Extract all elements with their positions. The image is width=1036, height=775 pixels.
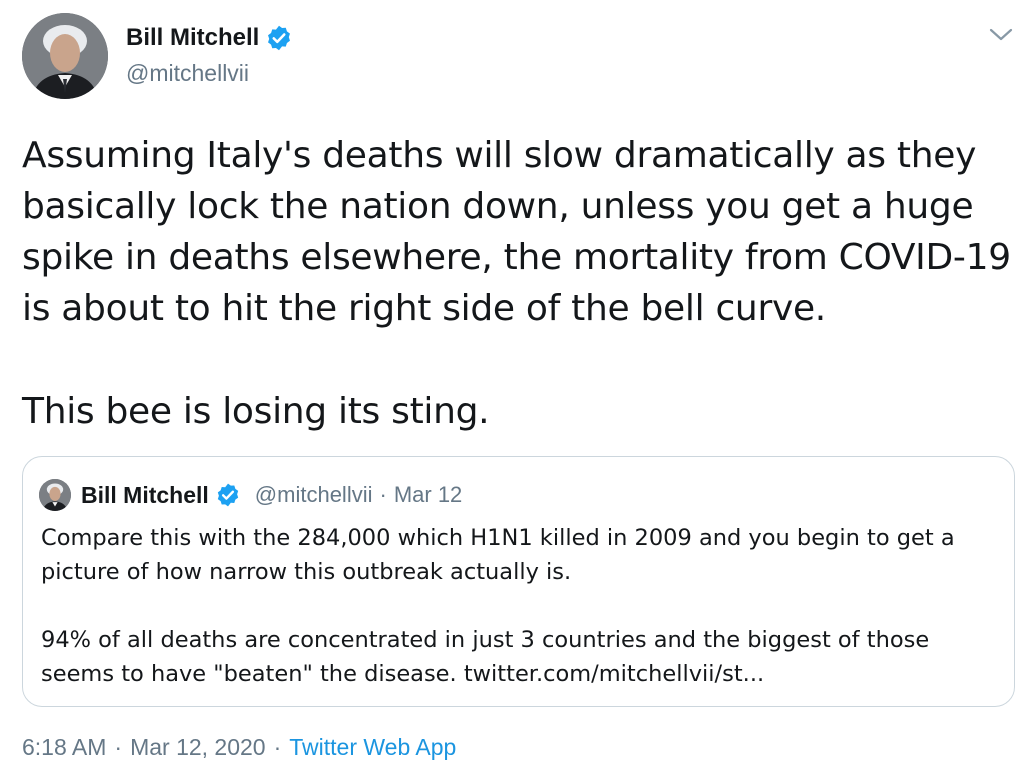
- verified-badge-icon: [265, 24, 293, 52]
- quoted-author-avatar: [39, 479, 71, 511]
- avatar-image: [22, 13, 108, 99]
- author-handle[interactable]: @mitchellvii: [126, 60, 249, 87]
- tweet-date[interactable]: Mar 12, 2020: [130, 734, 266, 761]
- quoted-tweet-header: Bill Mitchell @mitchellvii · Mar 12: [39, 479, 462, 511]
- chevron-down-icon[interactable]: [987, 24, 1015, 46]
- quoted-tweet-date: Mar 12: [393, 482, 463, 507]
- tweet-time[interactable]: 6:18 AM: [22, 734, 106, 761]
- quoted-text-paragraph: Compare this with the 284,000 which H1N1…: [41, 525, 955, 585]
- quoted-tweet-text: Compare this with the 284,000 which H1N1…: [41, 521, 1001, 691]
- author-name-row[interactable]: Bill Mitchell: [126, 24, 293, 52]
- tweet-source-link[interactable]: Twitter Web App: [289, 734, 456, 761]
- quoted-author-name: Bill Mitchell: [81, 481, 209, 508]
- author-avatar[interactable]: [22, 13, 108, 99]
- tweet-text: Assuming Italy's deaths will slow dramat…: [22, 130, 1022, 437]
- verified-badge-icon: [215, 482, 241, 508]
- avatar-image: [39, 479, 71, 511]
- separator-dot: ·: [273, 734, 282, 760]
- author-name[interactable]: Bill Mitchell: [126, 24, 259, 52]
- separator-dot: ·: [379, 482, 387, 507]
- separator-dot: ·: [114, 734, 123, 760]
- tweet-text-paragraph: Assuming Italy's deaths will slow dramat…: [22, 135, 1011, 329]
- quoted-author-handle: @mitchellvii: [254, 482, 373, 507]
- tweet-meta: 6:18 AM · Mar 12, 2020 · Twitter Web App: [22, 734, 456, 761]
- quoted-tweet[interactable]: Bill Mitchell @mitchellvii · Mar 12 Comp…: [22, 456, 1015, 707]
- tweet-text-paragraph: This bee is losing its sting.: [22, 391, 490, 432]
- quoted-text-paragraph: 94% of all deaths are concentrated in ju…: [41, 627, 930, 687]
